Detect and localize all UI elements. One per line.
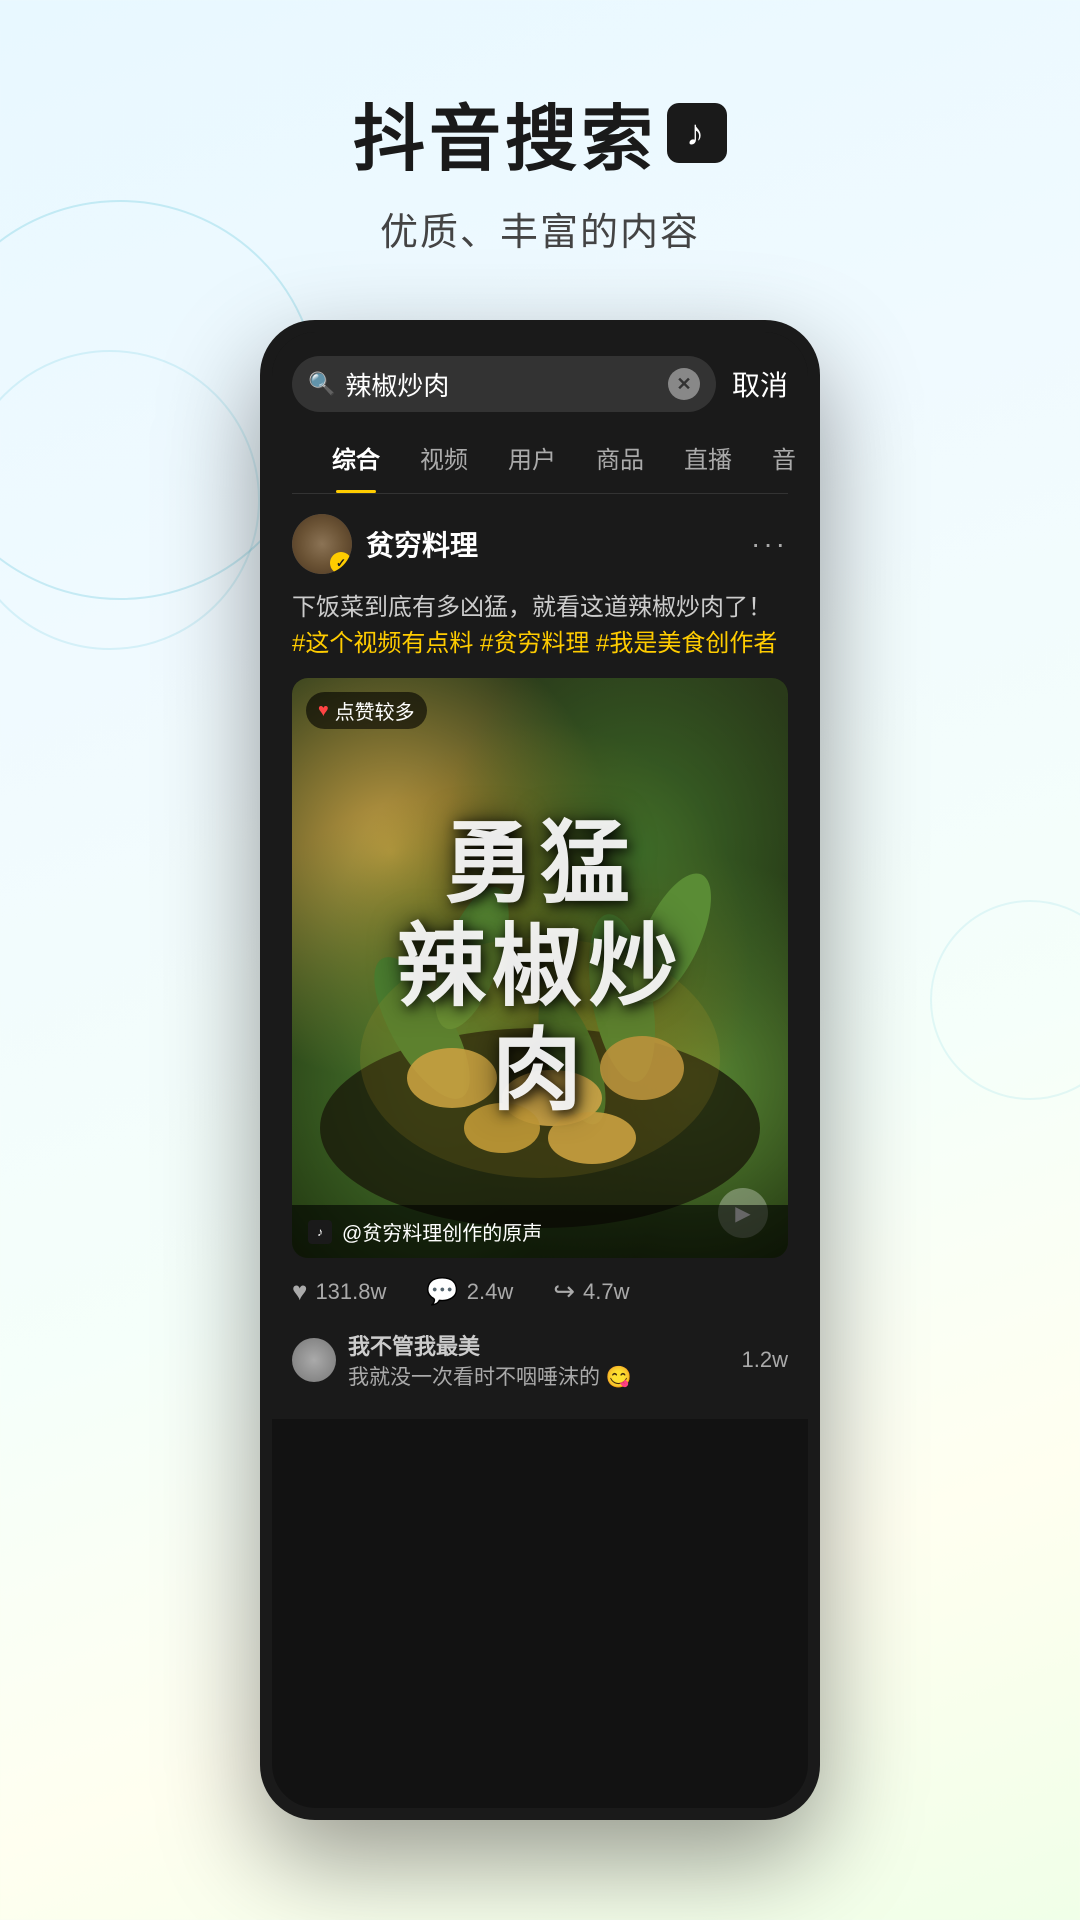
clear-search-button[interactable]: ✕: [668, 368, 700, 400]
desc-tags[interactable]: #这个视频有点料 #贫穷料理 #我是美食创作者: [292, 630, 777, 657]
comment-content: 我不管我最美 我就没一次看时不咽唾沫的 😋: [348, 1329, 730, 1391]
comments-value: 2.4w: [467, 1279, 513, 1305]
heart-badge-icon: ♥: [318, 700, 329, 721]
username[interactable]: 贫穷料理: [366, 524, 478, 564]
tab-comprehensive[interactable]: 综合: [312, 422, 400, 493]
content-area: ✓ 贫穷料理 ··· 下饭菜到底有多凶猛，就看这道辣椒炒肉了！ #这个视频有点料…: [272, 494, 808, 1419]
search-area: 🔍 辣椒炒肉 ✕ 取消 综合 视频 用户: [272, 332, 808, 494]
engagement-row: ♥ 131.8w 💬 2.4w ↪ 4.7w: [292, 1258, 788, 1321]
shares-value: 4.7w: [583, 1279, 629, 1305]
subtitle-text: 优质、丰富的内容: [0, 201, 1080, 256]
tiktok-logo-icon: ♪: [667, 103, 727, 163]
comment-body: 我就没一次看时不咽唾沫的 😋: [348, 1361, 730, 1391]
comment-avatar: [292, 1338, 336, 1382]
video-text-overlay: 勇猛辣椒炒肉: [292, 678, 788, 1258]
comment-count-label: 1.2w: [742, 1347, 788, 1373]
like-icon: ♥: [292, 1276, 307, 1307]
app-title: 抖音搜索 ♪: [0, 80, 1080, 185]
tab-video[interactable]: 视频: [400, 422, 488, 493]
comment-icon: 💬: [426, 1276, 458, 1307]
title-text: 抖音搜索: [353, 80, 657, 185]
header-section: 抖音搜索 ♪ 优质、丰富的内容: [0, 0, 1080, 256]
search-query-text: 辣椒炒肉: [345, 366, 658, 403]
phone-mockup: 🔍 辣椒炒肉 ✕ 取消 综合 视频 用户: [260, 320, 820, 1820]
search-tabs: 综合 视频 用户 商品 直播 音: [292, 422, 788, 494]
music-note-icon: ♪: [686, 112, 708, 154]
cancel-button[interactable]: 取消: [732, 364, 788, 404]
video-card[interactable]: ♥ 点赞较多: [292, 678, 788, 1258]
result-user-row: ✓ 贫穷料理 ···: [292, 514, 788, 574]
tiktok-small-icon: ♪: [308, 1220, 332, 1244]
video-badge: ♥ 点赞较多: [306, 692, 427, 729]
phone-frame: 🔍 辣椒炒肉 ✕ 取消 综合 视频 用户: [260, 320, 820, 1820]
user-info: ✓ 贫穷料理: [292, 514, 478, 574]
video-overlay-text: 勇猛辣椒炒肉: [396, 813, 684, 1124]
avatar: ✓: [292, 514, 352, 574]
desc-text: 下饭菜到底有多凶猛，就看这道辣椒炒肉了！: [292, 594, 772, 621]
tab-audio[interactable]: 音: [752, 422, 808, 493]
verified-badge-icon: ✓: [330, 552, 352, 574]
search-bar[interactable]: 🔍 辣椒炒肉 ✕: [292, 356, 716, 412]
likes-value: 131.8w: [315, 1279, 386, 1305]
likes-count[interactable]: ♥ 131.8w: [292, 1276, 386, 1307]
badge-text: 点赞较多: [335, 696, 415, 725]
video-thumbnail: 勇猛辣椒炒肉 ▶: [292, 678, 788, 1258]
bg-decoration-circle3: [930, 900, 1080, 1100]
tab-live[interactable]: 直播: [664, 422, 752, 493]
comment-username: 我不管我最美: [348, 1329, 730, 1361]
tab-user[interactable]: 用户: [488, 422, 576, 493]
phone-screen: 🔍 辣椒炒肉 ✕ 取消 综合 视频 用户: [272, 332, 808, 1808]
tab-product[interactable]: 商品: [576, 422, 664, 493]
share-icon: ↪: [553, 1276, 575, 1307]
search-icon: 🔍: [308, 371, 335, 397]
comments-count[interactable]: 💬 2.4w: [426, 1276, 513, 1307]
sound-label: @贫穷料理创作的原声: [342, 1217, 542, 1246]
result-description: 下饭菜到底有多凶猛，就看这道辣椒炒肉了！ #这个视频有点料 #贫穷料理 #我是美…: [292, 590, 788, 662]
video-bottom-bar: ♪ @贫穷料理创作的原声: [292, 1205, 788, 1258]
search-bar-row: 🔍 辣椒炒肉 ✕ 取消: [292, 356, 788, 412]
shares-count[interactable]: ↪ 4.7w: [553, 1276, 629, 1307]
comment-preview-row: 我不管我最美 我就没一次看时不咽唾沫的 😋 1.2w: [292, 1321, 788, 1399]
more-options-button[interactable]: ···: [751, 528, 788, 560]
